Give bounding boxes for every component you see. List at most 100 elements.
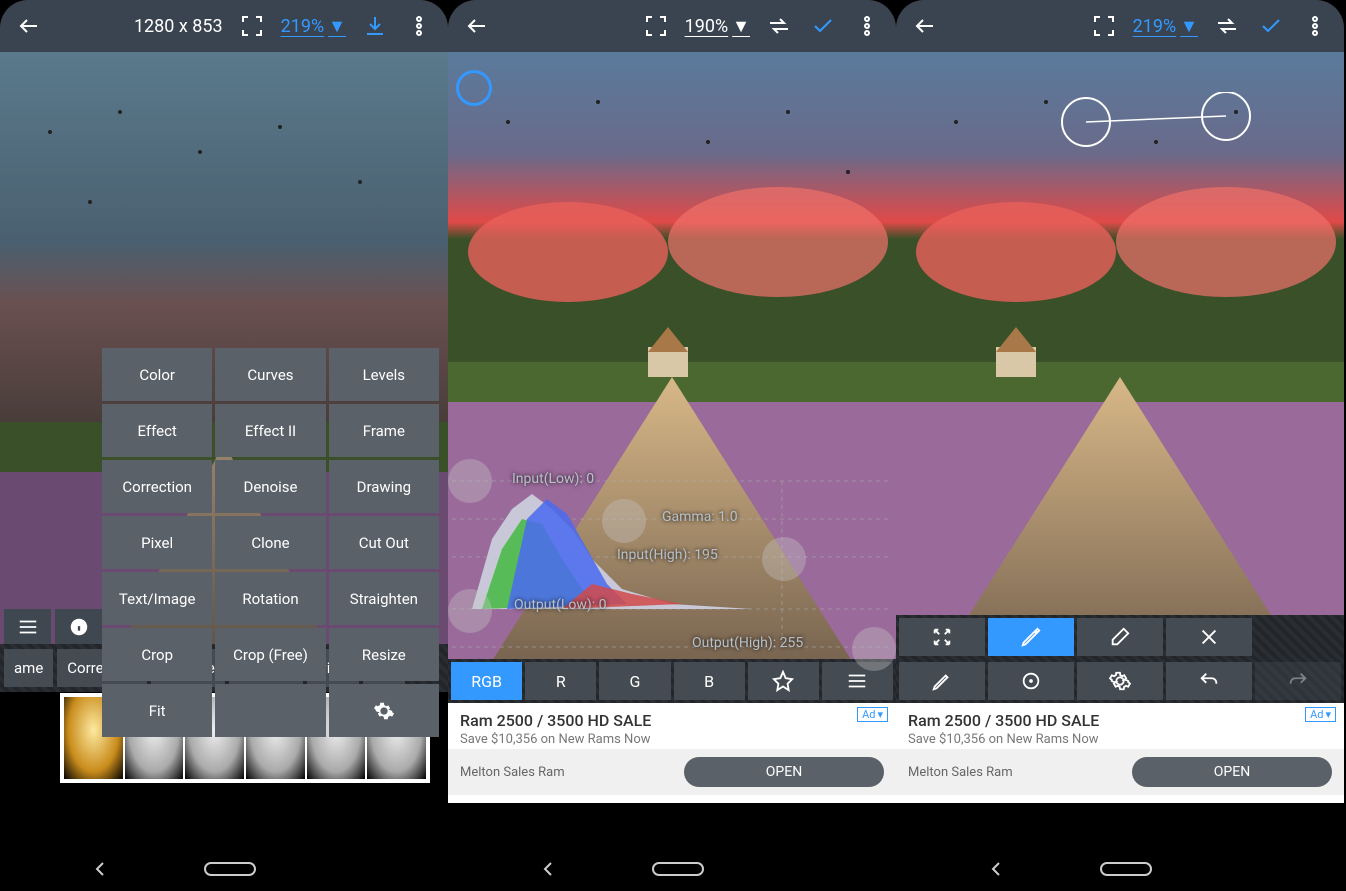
pencil-icon[interactable] bbox=[988, 618, 1074, 656]
menu-fit[interactable]: Fit bbox=[102, 684, 212, 737]
nav-back-icon[interactable] bbox=[85, 854, 115, 884]
menu-effect[interactable]: Effect bbox=[102, 404, 212, 457]
fullscreen-icon[interactable] bbox=[641, 11, 671, 41]
menu-denoise[interactable]: Denoise bbox=[215, 460, 325, 513]
phone-2: 190%▼ bbox=[448, 0, 896, 891]
histogram-panel: Input(Low): 0 Gamma: 1.0 Input(High): 19… bbox=[452, 469, 892, 661]
apply-icon[interactable] bbox=[1256, 11, 1286, 41]
hamburger-icon[interactable] bbox=[4, 609, 51, 645]
image-dimensions: 1280 x 853 bbox=[134, 16, 223, 37]
hist-input-high-label: Input(High): 195 bbox=[617, 547, 718, 563]
menu-effect2[interactable]: Effect II bbox=[215, 404, 325, 457]
redo-icon[interactable] bbox=[1255, 662, 1341, 700]
histogram-icon bbox=[452, 469, 892, 661]
eraser-icon[interactable] bbox=[1077, 618, 1163, 656]
back-icon[interactable] bbox=[14, 11, 44, 41]
nav-home-icon[interactable] bbox=[652, 862, 704, 876]
target-icon[interactable] bbox=[988, 662, 1074, 700]
zoom-dropdown[interactable]: 219%▼ bbox=[1133, 16, 1198, 37]
hist-handle-output-high[interactable] bbox=[852, 627, 896, 671]
menu-drawing[interactable]: Drawing bbox=[329, 460, 439, 513]
channel-rgb[interactable]: RGB bbox=[451, 662, 522, 700]
undo-icon[interactable] bbox=[1166, 662, 1252, 700]
menu-rotation[interactable]: Rotation bbox=[215, 572, 325, 625]
menu-curves[interactable]: Curves bbox=[215, 348, 325, 401]
zoom-dropdown[interactable]: 190%▼ bbox=[685, 16, 750, 37]
menu-pixel[interactable]: Pixel bbox=[102, 516, 212, 569]
channel-tabs: RGB R G B bbox=[448, 659, 896, 703]
overflow-icon[interactable] bbox=[1300, 11, 1330, 41]
hist-handle-input-low[interactable] bbox=[448, 459, 492, 503]
ad-open-button[interactable]: OPEN bbox=[684, 757, 884, 787]
menu-cutout[interactable]: Cut Out bbox=[329, 516, 439, 569]
menu-correction[interactable]: Correction bbox=[102, 460, 212, 513]
nav-back-icon[interactable] bbox=[533, 854, 563, 884]
download-icon[interactable] bbox=[360, 11, 390, 41]
expand-icon[interactable] bbox=[899, 618, 985, 656]
ad-subtitle: Save $10,356 on New Rams Now bbox=[908, 732, 1332, 747]
menu-resize[interactable]: Resize bbox=[329, 628, 439, 681]
top-bar: 190%▼ bbox=[448, 0, 896, 52]
channel-g[interactable]: G bbox=[599, 662, 670, 700]
tools-menu: Color Curves Levels Effect Effect II Fra… bbox=[102, 348, 439, 737]
nav-back-icon[interactable] bbox=[981, 854, 1011, 884]
ad-open-button[interactable]: OPEN bbox=[1132, 757, 1332, 787]
hist-handle-gamma[interactable] bbox=[602, 499, 646, 543]
menu-color[interactable]: Color bbox=[102, 348, 212, 401]
info-icon[interactable] bbox=[55, 609, 102, 645]
fullscreen-icon[interactable] bbox=[1089, 11, 1119, 41]
image-canvas[interactable]: Ram 2500 / 3500 HD SALE Save $10,356 on … bbox=[896, 52, 1344, 847]
overflow-icon[interactable] bbox=[404, 11, 434, 41]
android-navbar bbox=[0, 847, 448, 891]
nav-home-icon[interactable] bbox=[204, 862, 256, 876]
ad-title: Ram 2500 / 3500 HD SALE bbox=[908, 711, 1332, 730]
menu-clone[interactable]: Clone bbox=[215, 516, 325, 569]
hist-gamma-label: Gamma: 1.0 bbox=[662, 509, 738, 525]
menu-empty bbox=[215, 684, 325, 737]
channel-b[interactable]: B bbox=[674, 662, 745, 700]
menu-straighten[interactable]: Straighten bbox=[329, 572, 439, 625]
hist-input-low-label: Input(Low): 0 bbox=[512, 471, 594, 487]
overflow-icon[interactable] bbox=[852, 11, 882, 41]
menu-textimage[interactable]: Text/Image bbox=[102, 572, 212, 625]
fullscreen-icon[interactable] bbox=[237, 11, 267, 41]
apply-icon[interactable] bbox=[808, 11, 838, 41]
ad-banner[interactable]: Ram 2500 / 3500 HD SALE Save $10,356 on … bbox=[896, 703, 1344, 803]
ad-brand: Melton Sales Ram bbox=[908, 765, 1112, 780]
menu-gear[interactable] bbox=[329, 684, 439, 737]
image-canvas[interactable]: Color Curves Levels Effect Effect II Fra… bbox=[0, 52, 448, 847]
tool-grid bbox=[896, 615, 1344, 703]
close-icon[interactable] bbox=[1166, 618, 1252, 656]
hist-output-low-label: Output(Low): 0 bbox=[514, 597, 607, 613]
ad-banner[interactable]: Ram 2500 / 3500 HD SALE Save $10,356 on … bbox=[448, 703, 896, 803]
top-bar: 219%▼ bbox=[896, 0, 1344, 52]
android-navbar bbox=[448, 847, 896, 891]
favorite-icon[interactable] bbox=[748, 662, 819, 700]
compare-icon[interactable] bbox=[1212, 11, 1242, 41]
back-icon[interactable] bbox=[462, 11, 492, 41]
android-navbar bbox=[896, 847, 1344, 891]
top-bar: 1280 x 853 219%▼ bbox=[0, 0, 448, 52]
hist-handle-input-high[interactable] bbox=[762, 537, 806, 581]
nav-home-icon[interactable] bbox=[1100, 862, 1152, 876]
zoom-dropdown[interactable]: 219%▼ bbox=[281, 16, 346, 37]
compare-icon[interactable] bbox=[764, 11, 794, 41]
pencil-small-icon[interactable] bbox=[899, 662, 985, 700]
channel-r[interactable]: R bbox=[525, 662, 596, 700]
hist-handle-output-low[interactable] bbox=[448, 589, 492, 633]
menu-crop[interactable]: Crop bbox=[102, 628, 212, 681]
ad-subtitle: Save $10,356 on New Rams Now bbox=[460, 732, 884, 747]
straighten-handles-icon[interactable] bbox=[1056, 92, 1256, 162]
gear-icon[interactable] bbox=[1077, 662, 1163, 700]
ad-brand: Melton Sales Ram bbox=[460, 765, 664, 780]
ad-label[interactable]: Ad▾ bbox=[1305, 707, 1336, 722]
tab-frame[interactable]: ame bbox=[4, 649, 53, 687]
back-icon[interactable] bbox=[910, 11, 940, 41]
ad-label[interactable]: Ad▾ bbox=[857, 707, 888, 722]
menu-levels[interactable]: Levels bbox=[329, 348, 439, 401]
color-picker-cursor[interactable] bbox=[456, 70, 492, 106]
image-canvas[interactable]: Input(Low): 0 Gamma: 1.0 Input(High): 19… bbox=[448, 52, 896, 847]
phone-1: 1280 x 853 219%▼ Color Curves Levels Eff… bbox=[0, 0, 448, 891]
menu-frame[interactable]: Frame bbox=[329, 404, 439, 457]
menu-cropfree[interactable]: Crop (Free) bbox=[215, 628, 325, 681]
